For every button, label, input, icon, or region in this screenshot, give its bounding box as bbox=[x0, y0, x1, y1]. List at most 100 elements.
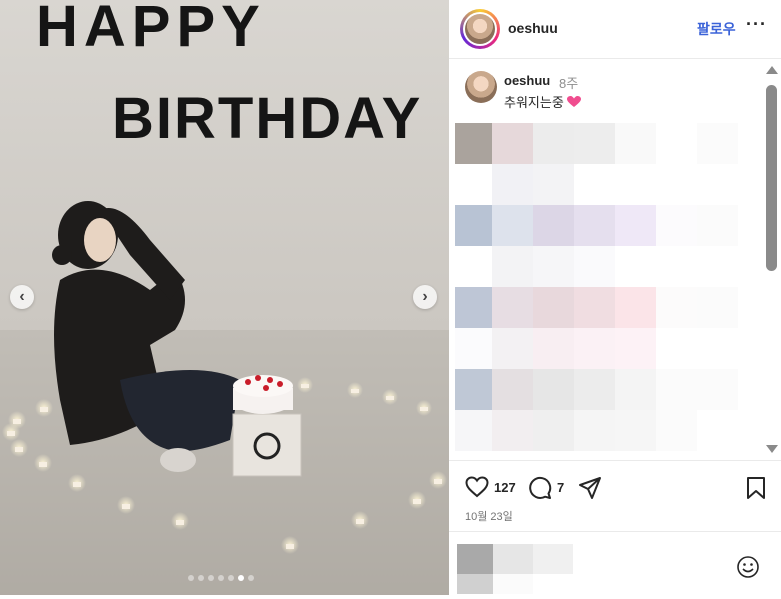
blurred-pixel bbox=[697, 369, 738, 410]
blurred-pixel bbox=[615, 164, 656, 205]
blurred-pixel bbox=[533, 287, 574, 328]
blurred-pixel bbox=[697, 164, 738, 205]
pink-heart-emoji bbox=[566, 96, 581, 107]
blurred-pixel bbox=[574, 410, 615, 451]
blurred-comments bbox=[455, 123, 757, 451]
comment-count[interactable]: 7 bbox=[557, 480, 564, 495]
carousel-dot bbox=[188, 575, 194, 581]
chevron-left-icon[interactable]: ‹ bbox=[10, 285, 34, 309]
carousel-dot bbox=[218, 575, 224, 581]
blurred-pixel bbox=[697, 123, 738, 164]
blurred-pixel bbox=[533, 328, 574, 369]
blurred-pixel bbox=[455, 246, 496, 287]
blurred-pixel bbox=[492, 369, 533, 410]
blurred-pixel bbox=[656, 164, 697, 205]
avatar-border bbox=[463, 12, 497, 46]
svg-text:HAPPY: HAPPY bbox=[36, 0, 266, 59]
blurred-pixel bbox=[574, 369, 615, 410]
blurred-pixel bbox=[697, 205, 738, 246]
follow-button[interactable]: 팔로우 bbox=[697, 19, 736, 39]
blurred-pixel bbox=[615, 369, 656, 410]
comment-input-area[interactable] bbox=[457, 544, 577, 599]
post-header: oeshuu 팔로우 ··· bbox=[449, 0, 781, 59]
avatar[interactable] bbox=[460, 9, 500, 49]
post-photo[interactable]: HAPPY BIRTHDAY ‹ › bbox=[0, 0, 449, 595]
carousel-dot bbox=[208, 575, 214, 581]
blurred-pixel bbox=[574, 287, 615, 328]
blurred-pixel bbox=[492, 123, 533, 164]
more-icon[interactable]: ··· bbox=[746, 14, 767, 35]
blurred-pixel bbox=[574, 246, 615, 287]
blurred-pixel bbox=[574, 123, 615, 164]
blurred-pixel bbox=[492, 287, 533, 328]
blurred-pixel bbox=[455, 328, 496, 369]
comment-divider bbox=[449, 531, 781, 532]
blurred-pixel bbox=[455, 410, 496, 451]
blurred-pixel bbox=[492, 328, 533, 369]
blurred-pixel bbox=[533, 369, 574, 410]
blurred-pixel bbox=[574, 205, 615, 246]
blurred-pixel bbox=[533, 410, 574, 451]
avatar-image bbox=[465, 14, 495, 44]
blurred-pixel bbox=[455, 287, 496, 328]
caption-time[interactable]: 8주 bbox=[559, 73, 578, 92]
post-date[interactable]: 10월 23일 bbox=[465, 508, 513, 524]
blurred-pixel bbox=[656, 246, 697, 287]
blurred-pixel bbox=[492, 164, 533, 205]
blurred-pixel bbox=[615, 205, 656, 246]
blurred-pixel bbox=[615, 246, 656, 287]
blurred-pixel bbox=[656, 328, 697, 369]
blurred-pixel bbox=[574, 328, 615, 369]
blurred-pixel bbox=[533, 123, 574, 164]
blurred-pixel bbox=[492, 410, 533, 451]
comment-icon[interactable] bbox=[528, 476, 552, 500]
blurred-pixel bbox=[656, 410, 697, 451]
post-side-panel: oeshuu 팔로우 ··· oeshuu 8주 추워지는중 127 7 10월… bbox=[449, 0, 781, 595]
blurred-pixel bbox=[656, 369, 697, 410]
prev-label: ‹ bbox=[19, 288, 25, 305]
blurred-pixel bbox=[615, 410, 656, 451]
blurred-pixel bbox=[697, 328, 738, 369]
blurred-pixel bbox=[492, 246, 533, 287]
blurred-pixel bbox=[697, 287, 738, 328]
blurred-pixel bbox=[455, 205, 496, 246]
caption-username[interactable]: oeshuu bbox=[504, 73, 550, 88]
bookmark-icon[interactable] bbox=[746, 476, 766, 500]
carousel-dot bbox=[198, 575, 204, 581]
blurred-pixel bbox=[615, 328, 656, 369]
carousel-dots bbox=[188, 575, 254, 581]
blurred-pixel bbox=[697, 246, 738, 287]
caption-text-content: 추워지는중 bbox=[504, 95, 564, 110]
emoji-icon[interactable] bbox=[736, 555, 760, 579]
svg-text:BIRTHDAY: BIRTHDAY bbox=[112, 86, 422, 151]
chevron-right-icon[interactable]: › bbox=[413, 285, 437, 309]
blurred-pixel bbox=[455, 369, 496, 410]
actions-divider bbox=[449, 460, 781, 461]
blurred-pixel bbox=[492, 205, 533, 246]
photo-image: HAPPY BIRTHDAY bbox=[0, 0, 449, 595]
blurred-pixel bbox=[615, 287, 656, 328]
blurred-pixel bbox=[533, 205, 574, 246]
blurred-pixel bbox=[455, 164, 496, 205]
header-username[interactable]: oeshuu bbox=[508, 20, 558, 36]
share-icon[interactable] bbox=[578, 476, 602, 500]
blurred-pixel bbox=[656, 287, 697, 328]
scroll-down-arrow-icon[interactable] bbox=[766, 445, 778, 453]
blurred-pixel bbox=[533, 164, 574, 205]
blurred-pixel bbox=[615, 123, 656, 164]
comments-scrollbar[interactable] bbox=[762, 62, 781, 458]
blurred-pixel bbox=[533, 246, 574, 287]
scroll-up-arrow-icon[interactable] bbox=[766, 66, 778, 74]
next-label: › bbox=[422, 288, 428, 305]
caption-avatar[interactable] bbox=[465, 71, 497, 103]
scroll-thumb[interactable] bbox=[766, 85, 777, 271]
like-count[interactable]: 127 bbox=[494, 480, 516, 495]
heart-icon[interactable] bbox=[465, 476, 489, 498]
blurred-pixel bbox=[656, 123, 697, 164]
carousel-dot bbox=[248, 575, 254, 581]
blurred-pixel bbox=[574, 164, 615, 205]
carousel-dot-active bbox=[238, 575, 244, 581]
blurred-comment-input bbox=[457, 544, 573, 594]
blurred-pixel bbox=[656, 205, 697, 246]
blurred-pixel bbox=[697, 410, 738, 451]
